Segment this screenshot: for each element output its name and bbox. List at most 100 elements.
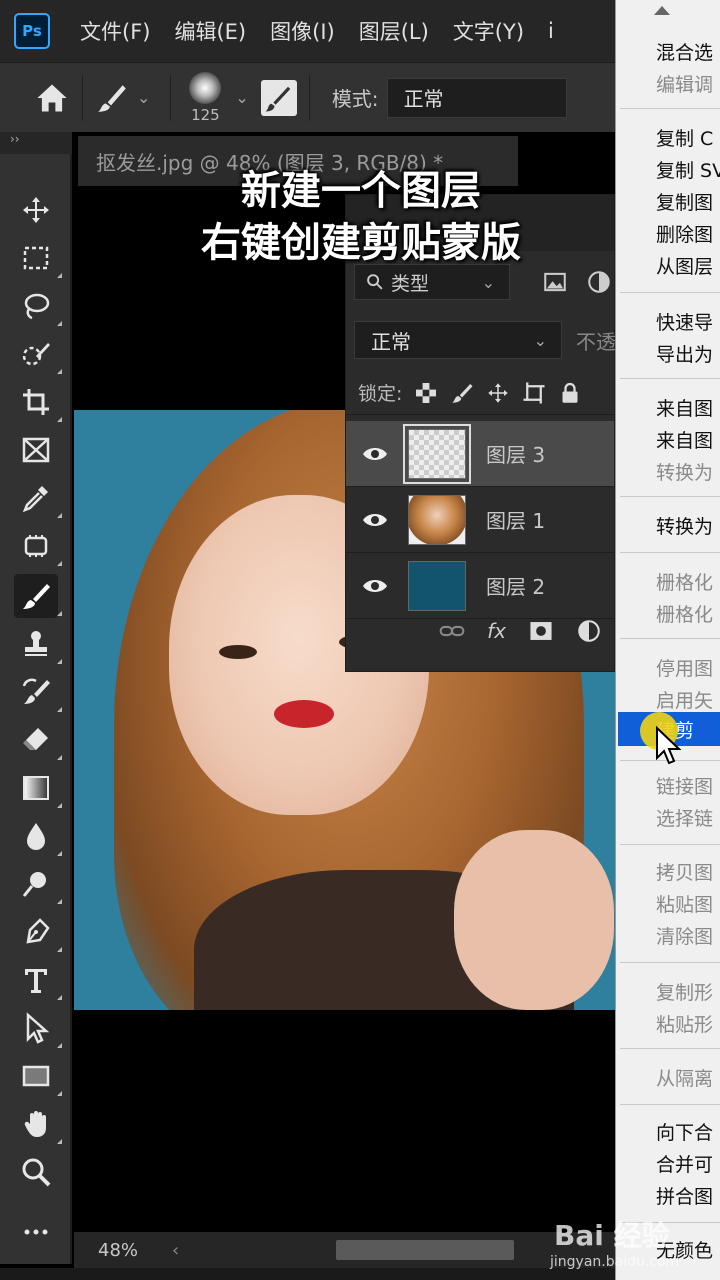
photo-lips — [274, 700, 334, 728]
lasso-tool-icon[interactable] — [14, 284, 62, 328]
context-menu-item[interactable]: 混合选 — [656, 38, 713, 65]
context-menu-item[interactable]: 拼合图 — [656, 1182, 713, 1209]
eye-icon[interactable] — [362, 577, 388, 595]
menu-image[interactable]: 图像(I) — [270, 16, 335, 46]
context-menu-item[interactable]: 复制 SV — [656, 156, 720, 183]
zoom-tool-icon[interactable] — [14, 1150, 58, 1194]
dodge-tool-icon[interactable] — [14, 862, 62, 906]
brush-size-picker[interactable]: 125 — [189, 71, 222, 124]
patch-tool-icon[interactable] — [14, 524, 62, 568]
context-menu-item[interactable]: 来自图 — [656, 394, 713, 421]
type-tool-icon[interactable] — [14, 958, 62, 1002]
menu-separator — [620, 638, 720, 639]
context-menu-item[interactable]: 粘贴图 — [656, 890, 713, 917]
link-layers-icon[interactable] — [439, 618, 465, 644]
context-menu-item[interactable]: 向下合 — [656, 1118, 713, 1145]
context-menu-item[interactable]: 快速导 — [656, 308, 713, 335]
context-menu-item[interactable]: 复制图 — [656, 188, 713, 215]
chevron-down-icon[interactable]: ⌄ — [137, 88, 150, 107]
layer-filter-select[interactable]: 类型 ⌄ — [354, 264, 510, 300]
layer-name: 图层 3 — [486, 443, 546, 467]
layer-name: 图层 1 — [486, 509, 546, 533]
lock-transparency-icon[interactable] — [414, 381, 438, 405]
brush-tool-icon[interactable] — [14, 574, 62, 618]
crop-tool-icon[interactable] — [14, 380, 62, 424]
context-menu-item[interactable]: 复制 C — [656, 124, 713, 151]
context-menu-item[interactable]: 拷贝图 — [656, 858, 713, 885]
zoom-level[interactable]: 48% — [98, 1240, 138, 1261]
history-brush-tool-icon[interactable] — [14, 670, 62, 714]
layer-context-menu: 混合选 编辑调 复制 C 复制 SV 复制图 删除图 从图层 快速导 导出为 来… — [615, 0, 720, 1280]
context-menu-item[interactable]: 来自图 — [656, 426, 713, 453]
options-separator — [308, 74, 310, 121]
opacity-label: 不透 — [576, 329, 616, 354]
mode-label: 模式: — [331, 87, 379, 111]
menu-layer[interactable]: 图层(L) — [359, 16, 429, 46]
context-menu-item[interactable]: 导出为 — [656, 340, 713, 367]
pen-tool-icon[interactable] — [14, 910, 62, 954]
context-menu-item[interactable]: 栅格化 — [656, 568, 713, 595]
lock-all-icon[interactable] — [558, 381, 582, 405]
gradient-tool-icon[interactable] — [14, 766, 62, 810]
move-tool-icon[interactable] — [14, 188, 58, 232]
frame-tool-icon[interactable] — [14, 428, 58, 472]
menu-more[interactable]: i — [548, 19, 554, 43]
baidu-jingyan-watermark: Bai 经验 jingyan.baidu.com — [548, 1214, 720, 1274]
menu-type[interactable]: 文字(Y) — [453, 16, 524, 46]
scroll-left-arrow[interactable]: ‹ — [172, 1240, 179, 1261]
context-menu-item[interactable]: 栅格化 — [656, 600, 713, 627]
blur-tool-icon[interactable] — [14, 814, 62, 858]
quick-selection-tool-icon[interactable] — [14, 332, 62, 376]
menu-scroll-up-arrow[interactable] — [654, 6, 670, 15]
watermark-url: jingyan.baidu.com — [550, 1254, 680, 1270]
context-menu-item[interactable]: 停用图 — [656, 654, 713, 681]
blend-mode-select[interactable]: 正常 — [386, 77, 567, 118]
adjustment-layer-icon[interactable] — [576, 618, 602, 644]
add-mask-icon[interactable] — [528, 618, 554, 644]
layer-row-layer-1[interactable]: 图层 1 — [346, 487, 614, 553]
context-menu-item[interactable]: 转换为 — [656, 458, 713, 485]
eye-icon[interactable] — [362, 445, 388, 463]
context-menu-item[interactable]: 复制形 — [656, 978, 713, 1005]
horizontal-scrollbar-thumb[interactable] — [336, 1240, 514, 1260]
lock-pixels-brush-icon[interactable] — [450, 381, 474, 405]
eraser-tool-icon[interactable] — [14, 718, 62, 762]
marquee-tool-icon[interactable] — [14, 236, 62, 280]
context-menu-item[interactable]: 启用矢 — [656, 686, 713, 713]
menu-separator — [620, 378, 720, 379]
eyedropper-tool-icon[interactable] — [14, 476, 62, 520]
context-menu-item[interactable]: 删除图 — [656, 220, 713, 247]
brush-tip-preview — [189, 71, 222, 104]
context-menu-item[interactable]: 从图层 — [656, 252, 713, 279]
home-icon[interactable] — [34, 80, 70, 116]
caption-line-2: 右键创建剪贴蒙版 — [201, 220, 521, 266]
brush-preset-icon[interactable] — [95, 81, 129, 115]
context-menu-item[interactable]: 清除图 — [656, 922, 713, 949]
context-menu-item[interactable]: 从隔离 — [656, 1064, 713, 1091]
path-selection-tool-icon[interactable] — [14, 1006, 62, 1050]
context-menu-item[interactable]: 选择链 — [656, 804, 713, 831]
stamp-tool-icon[interactable] — [14, 622, 62, 666]
layer-effects-button[interactable]: fx — [487, 619, 506, 643]
context-menu-item[interactable]: 链接图 — [656, 772, 713, 799]
lock-artboard-icon[interactable] — [522, 381, 546, 405]
eye-icon[interactable] — [362, 511, 388, 529]
more-tools-icon[interactable] — [14, 1210, 58, 1254]
chevron-down-icon[interactable]: ⌄ — [235, 88, 248, 107]
adjustment-filter-icon[interactable] — [586, 269, 612, 295]
context-menu-item[interactable]: 粘贴形 — [656, 1010, 713, 1037]
context-menu-item[interactable]: 编辑调 — [656, 70, 713, 97]
context-menu-item[interactable]: 合并可 — [656, 1150, 713, 1177]
brush-settings-icon[interactable] — [260, 79, 297, 116]
image-filter-icon[interactable] — [542, 269, 568, 295]
rectangle-tool-icon[interactable] — [14, 1054, 62, 1098]
lock-position-move-icon[interactable] — [486, 381, 510, 405]
context-menu-item[interactable]: 转换为 — [656, 512, 713, 539]
layer-row-layer-3[interactable]: 图层 3 — [346, 421, 614, 487]
hand-tool-icon[interactable] — [14, 1102, 62, 1146]
layer-blend-mode-select[interactable]: 正常 ⌄ — [354, 321, 562, 359]
toolbar-collapse-toggle[interactable]: ›› — [0, 132, 72, 154]
caption-line-1: 新建一个图层 — [241, 168, 481, 214]
menu-file[interactable]: 文件(F) — [80, 16, 150, 46]
menu-edit[interactable]: 编辑(E) — [174, 16, 246, 46]
